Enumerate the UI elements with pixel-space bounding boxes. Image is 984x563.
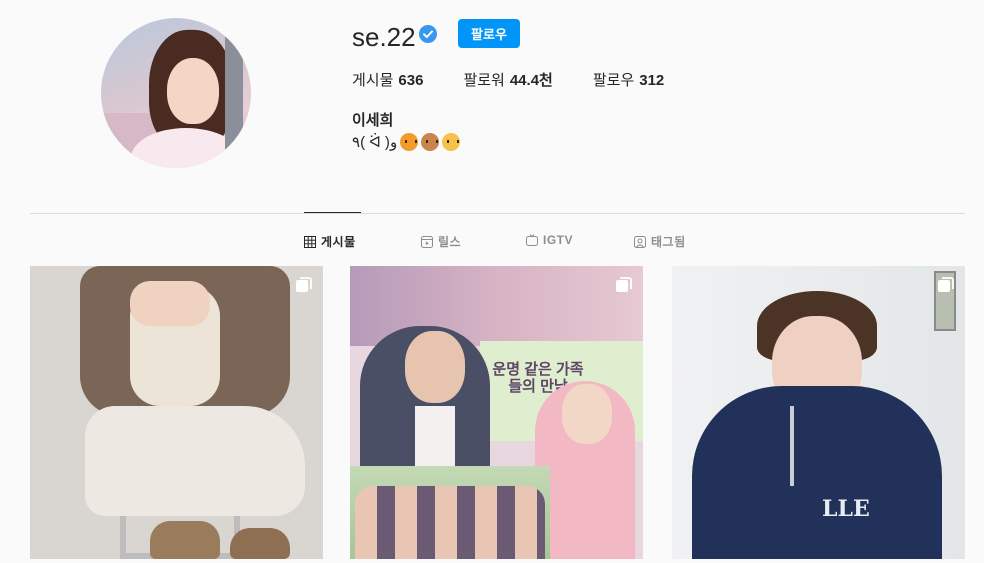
stat-followers-label: 팔로워 <box>463 72 505 89</box>
tab-igtv[interactable]: IGTV <box>526 233 573 247</box>
igtv-icon <box>526 234 538 246</box>
profile-avatar[interactable] <box>101 18 251 168</box>
profile-username: se.22 <box>352 22 416 52</box>
post-2-man-face <box>405 331 465 403</box>
stat-posts-value: 636 <box>398 72 424 89</box>
tab-reels[interactable]: 릴스 <box>421 233 461 250</box>
verified-badge-icon <box>419 25 437 43</box>
tab-igtv-label: IGTV <box>543 233 574 247</box>
profile-name: 이세희 <box>352 112 394 129</box>
stat-followers[interactable]: 팔로워 44.4천 <box>463 69 552 90</box>
tab-posts[interactable]: 게시물 <box>304 233 356 250</box>
post-thumbnail-1[interactable] <box>30 266 323 559</box>
tab-tagged-label: 태그됨 <box>651 235 686 249</box>
carousel-icon <box>938 277 954 292</box>
carousel-icon <box>296 277 312 292</box>
post-1-hands <box>130 281 210 326</box>
avatar-face <box>167 58 219 124</box>
tabs-divider <box>30 213 965 214</box>
post-3-hoodie-logo: LLE <box>822 496 870 522</box>
profile-bio: ٩( ᐛ )و <box>352 133 461 151</box>
carousel-icon <box>616 277 632 292</box>
profile-stats: 게시물 636 팔로워 44.4천 팔로우 312 <box>352 69 704 90</box>
post-1-shoe <box>150 521 220 559</box>
post-3-hoodie <box>692 386 942 559</box>
cat-face-emoji-icon <box>442 133 461 151</box>
active-tab-indicator <box>304 212 361 213</box>
post-1-legs <box>85 406 305 516</box>
stat-following[interactable]: 팔로우 312 <box>593 69 664 90</box>
tab-reels-label: 릴스 <box>438 235 462 249</box>
bio-text: ٩( ᐛ )و <box>352 134 398 151</box>
post-2-woman-face <box>562 384 612 444</box>
tab-posts-label: 게시물 <box>321 235 356 249</box>
stat-followers-value: 44.4천 <box>509 72 553 89</box>
post-1-shoe <box>230 528 290 559</box>
stat-following-value: 312 <box>639 72 665 89</box>
reels-icon <box>421 235 433 248</box>
post-thumbnail-2[interactable]: 운명 같은 가족들의 만남 <box>350 266 643 559</box>
avatar-window <box>225 18 243 168</box>
grid-icon <box>304 235 316 248</box>
follow-button[interactable]: 팔로우 <box>458 19 520 48</box>
post-thumbnail-3[interactable]: LLE <box>672 266 965 559</box>
tab-tagged[interactable]: 태그됨 <box>634 233 686 250</box>
post-3-zipper <box>790 406 794 486</box>
stat-following-label: 팔로우 <box>592 72 635 89</box>
stat-posts[interactable]: 게시물 636 <box>352 69 423 90</box>
stat-posts-label: 게시물 <box>352 72 394 89</box>
post-2-family-people <box>355 486 545 559</box>
tagged-icon <box>634 235 646 248</box>
dog-face-emoji-icon <box>421 133 440 151</box>
tiger-face-emoji-icon <box>400 133 419 151</box>
post-2-man-shirt <box>415 406 455 466</box>
